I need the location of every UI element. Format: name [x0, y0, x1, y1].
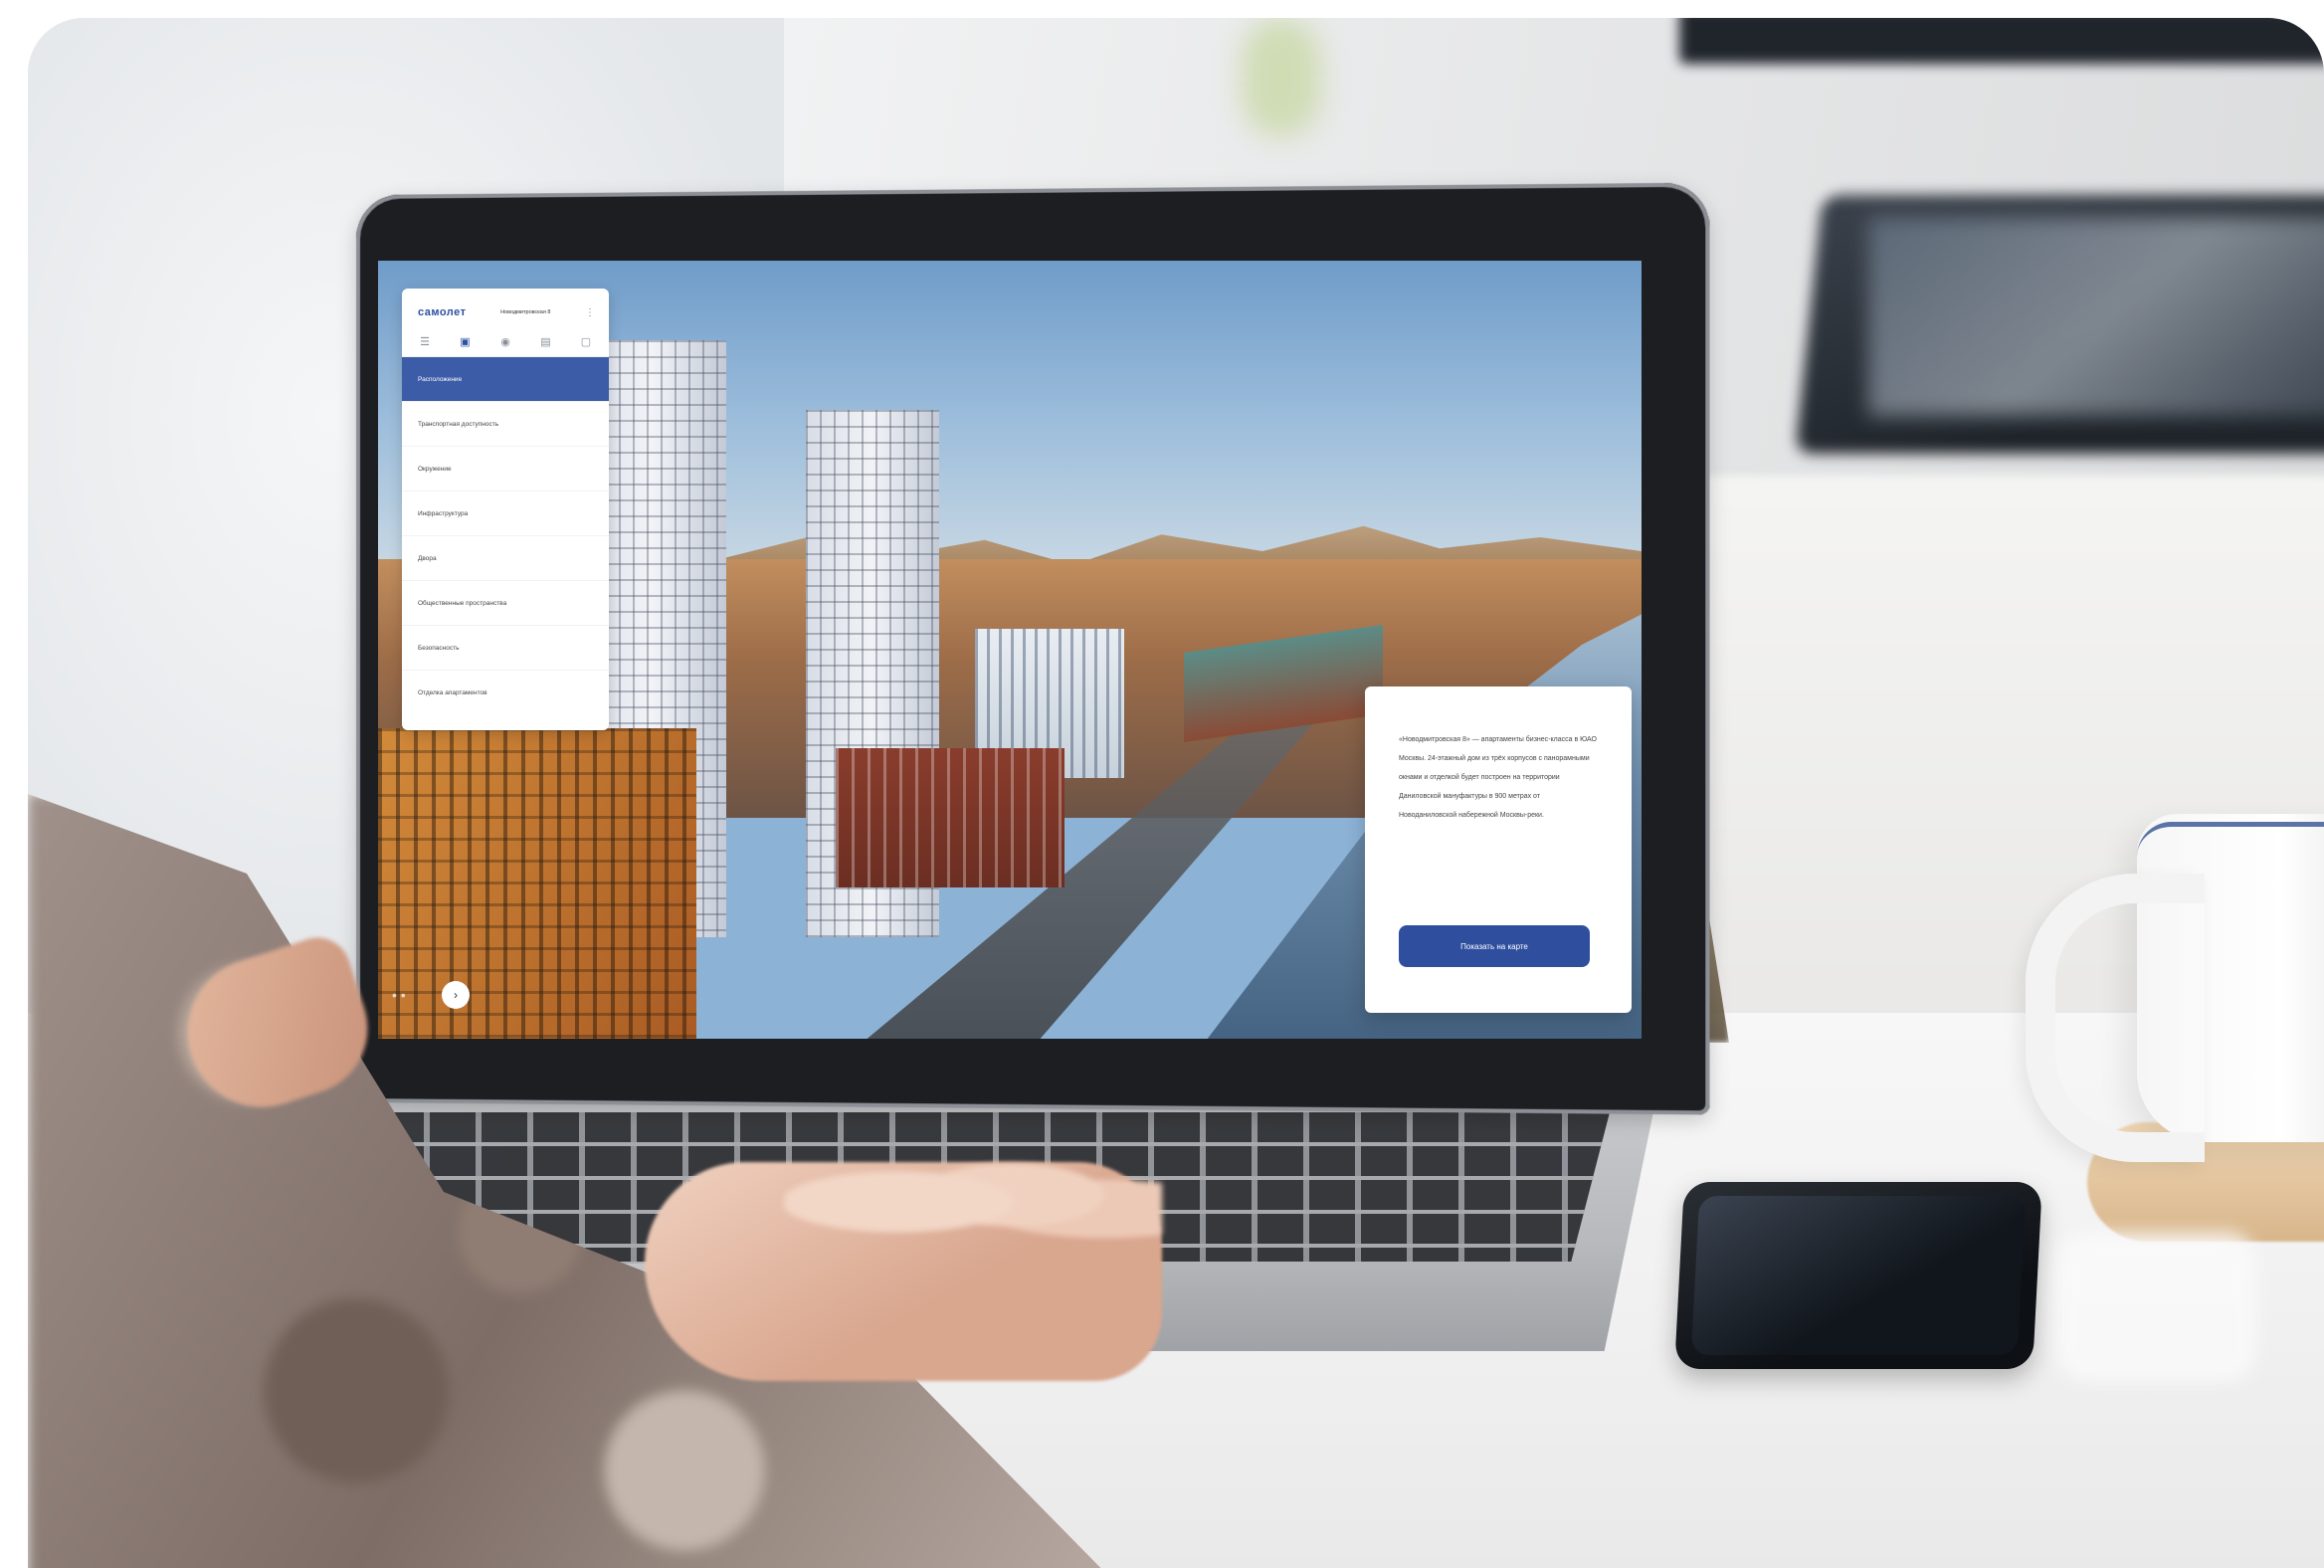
show-on-map-button[interactable]: Показать на карте [1399, 925, 1590, 967]
menu-item-surroundings[interactable]: Окружение [402, 446, 609, 490]
smartphone [1674, 1182, 2042, 1369]
slider-dots-icon[interactable]: • • [392, 987, 406, 1003]
menu-item-label: Общественные пространства [418, 599, 507, 607]
fingers [784, 1132, 1162, 1272]
background-plant [1242, 18, 1321, 137]
background-monitor-top [1679, 18, 2324, 64]
photo-frame: самолет Новодмитровская 8 ⋮ ☰ ▣ ◉ ▤ ▢ Ра… [28, 18, 2324, 1568]
menu-item-label: Расположение [418, 375, 463, 383]
orange-brick-building [378, 728, 696, 1039]
menu-icon[interactable]: ☰ [418, 334, 432, 348]
menu-item-location[interactable]: Расположение [402, 356, 609, 401]
menu-item-public-spaces[interactable]: Общественные пространства [402, 580, 609, 625]
background-monitor-screen [1868, 217, 2324, 416]
location-pin-icon[interactable]: ◉ [498, 334, 512, 348]
project-selector[interactable]: Новодмитровская 8 [500, 309, 550, 315]
menu-item-finishing[interactable]: Отделка апартаментов [402, 670, 609, 714]
panel-tabs: ☰ ▣ ◉ ▤ ▢ [402, 322, 609, 356]
list-icon[interactable]: ▤ [539, 334, 553, 348]
brand-logo[interactable]: самолет [418, 306, 467, 318]
cup-handle [2026, 874, 2205, 1162]
menu-item-label: Окружение [418, 465, 452, 473]
card-description: «Новодмитровская 8» — апартаменты бизнес… [1399, 736, 1597, 819]
more-icon[interactable]: ⋮ [585, 307, 595, 318]
cup-rim [2137, 822, 2324, 857]
menu-item-security[interactable]: Безопасность [402, 625, 609, 670]
menu-item-label: Отделка апартаментов [418, 688, 487, 696]
menu-item-infrastructure[interactable]: Инфраструктура [402, 490, 609, 535]
red-brick-building [836, 748, 1065, 887]
info-card: «Новодмитровская 8» — апартаменты бизнес… [1365, 686, 1632, 1013]
panel-header: самолет Новодмитровская 8 ⋮ [402, 289, 609, 322]
section-menu: Расположение Транспортная доступность Ок… [402, 356, 609, 714]
laptop-screen: самолет Новодмитровская 8 ⋮ ☰ ▣ ◉ ▤ ▢ Ра… [378, 261, 1642, 1039]
gallery-icon[interactable]: ▢ [579, 334, 593, 348]
menu-item-label: Инфраструктура [418, 509, 469, 517]
arrow-right-icon[interactable]: › [442, 981, 470, 1009]
menu-item-yards[interactable]: Двора [402, 535, 609, 580]
navigation-panel: самолет Новодмитровская 8 ⋮ ☰ ▣ ◉ ▤ ▢ Ра… [402, 289, 609, 730]
document-icon[interactable]: ▣ [459, 334, 473, 348]
earbuds-case [2057, 1232, 2256, 1381]
menu-item-transport[interactable]: Транспортная доступность [402, 401, 609, 446]
menu-item-label: Транспортная доступность [418, 420, 499, 428]
menu-item-label: Безопасность [418, 644, 460, 652]
menu-item-label: Двора [418, 554, 437, 562]
